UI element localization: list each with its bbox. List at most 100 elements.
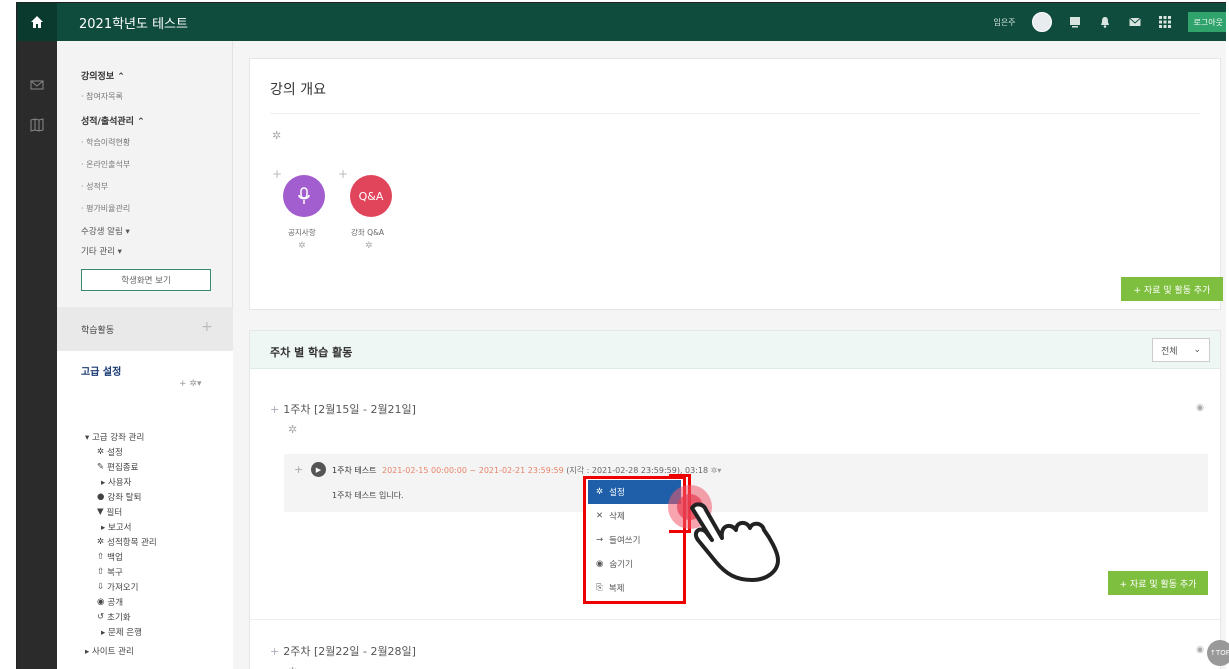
sidebar-course-info[interactable]: 강의정보 ⌃	[81, 69, 125, 82]
activity-info: 1주차 테스트 2021-02-15 00:00:00 ~ 2021-02-21…	[332, 465, 721, 476]
eye-icon[interactable]: ◉	[1196, 645, 1204, 655]
adv-mgmt[interactable]: ▾ 고급 강좌 관리	[85, 431, 144, 443]
add-material-button-2[interactable]: + 자료 및 활동 추가	[1108, 571, 1208, 595]
adv-backup[interactable]: ⇧ 백업	[97, 551, 123, 563]
move-icon[interactable]: +	[272, 167, 282, 181]
gear-icon[interactable]: ✲	[288, 665, 297, 669]
adv-filter-label: 필터	[106, 508, 123, 518]
menu-item-indent[interactable]: → 들여쓰기	[588, 528, 681, 552]
adv-question-bank[interactable]: ▸ 문제 은행	[101, 626, 142, 638]
menu-indent-label: 들여쓰기	[609, 536, 641, 546]
weekly-header: 주차 별 학습 활동 전체 ⌄	[250, 331, 1220, 369]
menu-item-duplicate[interactable]: ⎘ 복제	[588, 576, 681, 600]
scroll-top-button[interactable]: ↑TOP	[1207, 640, 1229, 666]
adv-restore-label: 복구	[107, 568, 123, 578]
gear-icon[interactable]: ✲	[288, 423, 297, 436]
move-icon[interactable]: +	[270, 403, 279, 416]
gear-icon[interactable]: ✲	[298, 241, 306, 251]
grid-icon[interactable]	[1158, 15, 1172, 29]
left-icon-strip	[17, 41, 57, 669]
activity-dates: 2021-02-15 00:00:00 ~ 2021-02-21 23:59:5…	[381, 466, 564, 475]
menu-item-hide[interactable]: ◉ 숨기기	[588, 552, 681, 576]
top-bar: 2021학년도 테스트 임은주 로그아웃	[17, 3, 1226, 41]
course-title[interactable]: 2021학년도 테스트	[79, 13, 188, 32]
overview-title: 강의 개요	[270, 82, 326, 98]
sidebar-grade-mgmt[interactable]: 성적/출석관리 ⌃	[81, 114, 145, 127]
week-1-title[interactable]: +1주차 [2월15일 - 2월21일]	[270, 401, 416, 417]
move-icon[interactable]: +	[270, 645, 279, 658]
menu-hide-label: 숨기기	[609, 560, 633, 570]
sidebar-item-online-attendance[interactable]: · 온라인출석부	[81, 159, 130, 170]
scroll-top-label: TOP	[1215, 649, 1229, 657]
adv-import[interactable]: ⇩ 가져오기	[97, 581, 138, 593]
adv-grade-items[interactable]: ✲ 성적항목 관리	[97, 536, 157, 548]
gear-icon[interactable]: ✲	[365, 241, 373, 251]
eye-icon: ◉	[596, 559, 604, 569]
menu-settings-label: 설정	[609, 488, 625, 498]
week-2-label: 2주차 [2월22일 - 2월28일]	[283, 645, 416, 658]
reset-icon: ↺	[97, 612, 105, 622]
student-view-button[interactable]: 학생화면 보기	[81, 269, 211, 291]
week-filter-value: 전체	[1161, 346, 1178, 357]
add-icon[interactable]: +	[201, 319, 213, 335]
week-2-title[interactable]: +2주차 [2월22일 - 2월28일]	[270, 643, 416, 659]
adv-publish[interactable]: ◉ 공개	[97, 596, 123, 608]
activity-name[interactable]: 1주차 테스트	[332, 466, 376, 475]
activity-description: 1주차 테스트 입니다.	[332, 491, 404, 500]
upload-icon: ⇧	[97, 567, 105, 577]
week-filter-select[interactable]: 전체 ⌄	[1152, 338, 1210, 362]
adv-settings[interactable]: ✲ 설정	[97, 446, 123, 458]
weekly-title: 주차 별 학습 활동	[270, 346, 353, 359]
avatar[interactable]	[1031, 12, 1052, 32]
adv-unenroll-label: 강좌 탈퇴	[107, 493, 142, 503]
move-icon[interactable]: +	[294, 463, 303, 476]
download-icon: ⇩	[97, 582, 105, 592]
sidebar-notify[interactable]: 수강생 알림 ▾	[81, 225, 130, 237]
user-name[interactable]: 임은주	[993, 17, 1015, 28]
sidebar: 강의정보 ⌃ · 참여자목록 성적/출석관리 ⌃ · 학습이력현황 · 온라인출…	[57, 41, 233, 669]
add-material-button[interactable]: + 자료 및 활동 추가	[1121, 277, 1223, 301]
learning-label[interactable]: 학습활동	[81, 323, 114, 336]
eye-icon[interactable]: ◉	[1196, 403, 1204, 413]
notice-label[interactable]: 공지사항	[288, 227, 316, 238]
gear-icon[interactable]: ✲	[272, 129, 281, 142]
site-mgmt[interactable]: ▸ 사이트 관리	[85, 645, 134, 657]
microphone-icon	[298, 187, 310, 204]
sidebar-etc[interactable]: 기타 관리 ▾	[81, 245, 122, 257]
hand-pointer-icon	[690, 502, 780, 582]
gear-icon: ✲	[97, 537, 105, 547]
menu-item-settings[interactable]: ✲ 설정	[588, 480, 681, 504]
sidebar-item-gradebook[interactable]: · 성적부	[81, 181, 108, 192]
notice-activity-icon[interactable]	[283, 175, 325, 217]
qna-label[interactable]: 강좌 Q&A	[351, 227, 384, 238]
logout-button[interactable]: 로그아웃	[1187, 12, 1226, 32]
advanced-title: 고급 설정	[81, 367, 122, 378]
adv-settings-label: 설정	[107, 448, 123, 458]
adv-backup-label: 백업	[107, 553, 123, 563]
adv-filter[interactable]: ▼ 필터	[97, 506, 122, 518]
adv-restore[interactable]: ⇧ 복구	[97, 566, 123, 578]
monitor-icon[interactable]	[1068, 15, 1082, 29]
mail-icon[interactable]	[29, 77, 45, 93]
adv-users[interactable]: ▸ 사용자	[101, 476, 131, 488]
gear-dropdown-icon[interactable]: ✲▾	[711, 466, 722, 475]
bell-icon[interactable]	[1098, 15, 1112, 29]
sidebar-item-participants[interactable]: · 참여자목록	[81, 91, 123, 102]
divider	[250, 619, 1220, 620]
adv-edit-end[interactable]: ✎ 편집종료	[97, 461, 138, 473]
learning-section: 학습활동 +	[57, 307, 233, 351]
sidebar-item-grade-ratio[interactable]: · 평가비율관리	[81, 203, 130, 214]
advanced-controls-icon[interactable]: + ✲▾	[179, 379, 201, 389]
mail-icon[interactable]	[1128, 15, 1142, 29]
play-icon[interactable]: ▶	[311, 462, 326, 477]
arrow-right-icon: →	[596, 535, 604, 545]
home-button[interactable]	[17, 3, 57, 41]
sidebar-item-learning-history[interactable]: · 학습이력현황	[81, 137, 130, 148]
adv-edit-end-label: 편집종료	[107, 463, 139, 473]
adv-reset[interactable]: ↺ 초기화	[97, 611, 131, 623]
adv-unenroll[interactable]: ● 강좌 탈퇴	[97, 491, 141, 503]
qna-activity-icon[interactable]: Q&A	[350, 175, 392, 217]
move-icon[interactable]: +	[338, 167, 348, 181]
map-icon[interactable]	[29, 117, 45, 133]
adv-reports[interactable]: ▸ 보고서	[101, 521, 131, 533]
